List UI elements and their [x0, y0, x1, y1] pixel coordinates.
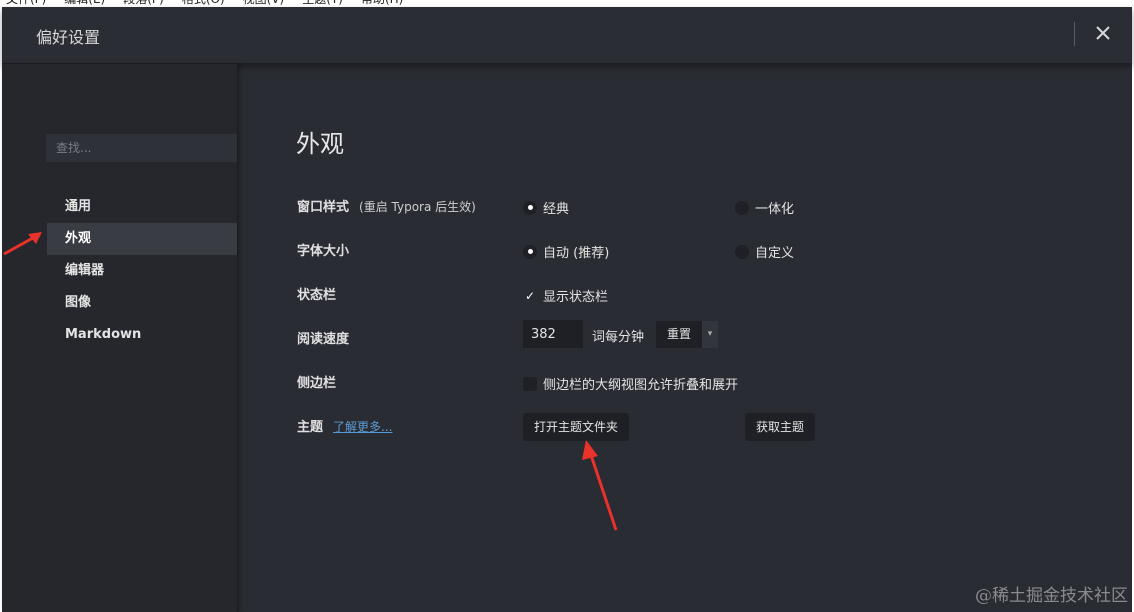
sidebar-item-appearance[interactable]: 外观 [47, 223, 237, 255]
learn-more-link[interactable]: 了解更多... [333, 420, 392, 434]
reading-speed-input[interactable] [523, 320, 583, 348]
menu-item[interactable]: 段落(P) [123, 0, 164, 5]
sidebar-item-markdown[interactable]: Markdown [47, 319, 237, 351]
checkbox-unchecked-icon [523, 376, 537, 391]
watermark: @稀土掘金技术社区 [975, 586, 1128, 606]
window-style-classic-radio[interactable]: 经典 [523, 198, 569, 217]
radio-checked-icon [523, 200, 537, 215]
sidebar-item-editor[interactable]: 编辑器 [47, 255, 237, 287]
chevron-down-icon[interactable]: ▾ [702, 321, 718, 348]
title-divider [1074, 22, 1075, 46]
preferences-window: 偏好设置 通用 外观 编辑器 图像 Markdown 外观 窗口样式 (重启 Ty… [2, 7, 1132, 612]
window-style-label: 窗口样式 (重启 Typora 后生效) [297, 196, 476, 215]
theme-label: 主题 了解更多... [297, 416, 392, 435]
close-button[interactable] [1090, 20, 1116, 46]
outline-collapse-checkbox[interactable]: 侧边栏的大纲视图允许折叠和展开 [523, 374, 738, 393]
get-themes-button[interactable]: 获取主题 [745, 413, 815, 441]
menu-item[interactable]: 文件(F) [6, 0, 46, 5]
font-size-label: 字体大小 [297, 244, 350, 259]
main-panel: 外观 窗口样式 (重启 Typora 后生效) 经典 一体化 字体大小 自动 (推… [238, 64, 1132, 612]
outline-collapse-label: 侧边栏的大纲视图允许折叠和展开 [543, 378, 739, 393]
menu-item[interactable]: 格式(O) [182, 0, 225, 5]
reset-button[interactable]: 重置 [656, 321, 702, 348]
close-icon [1096, 26, 1110, 40]
window-style-unified-label: 一体化 [755, 202, 795, 217]
window-style-unified-radio[interactable]: 一体化 [735, 198, 794, 217]
font-size-custom-label: 自定义 [755, 246, 795, 261]
menu-item[interactable]: 帮助(H) [361, 0, 403, 5]
window-title: 偏好设置 [36, 28, 101, 47]
sidebar-item-image[interactable]: 图像 [47, 287, 237, 319]
sidebar-setting-label: 侧边栏 [297, 376, 337, 391]
title-bar: 偏好设置 [2, 7, 1132, 64]
menu-items: 文件(F) 编辑(E) 段落(P) 格式(O) 视图(V) 主题(T) 帮助(H) [6, 0, 403, 5]
open-theme-folder-button[interactable]: 打开主题文件夹 [523, 413, 629, 441]
status-bar-label: 状态栏 [297, 288, 337, 303]
theme-text: 主题 [297, 420, 324, 435]
window-style-classic-label: 经典 [543, 202, 570, 217]
radio-checked-icon [523, 244, 537, 259]
reading-speed-unit: 词每分钟 [592, 330, 645, 345]
radio-unchecked-icon [735, 200, 749, 215]
sidebar: 通用 外观 编辑器 图像 Markdown [2, 64, 238, 612]
menu-item[interactable]: 视图(V) [243, 0, 285, 5]
reading-speed-label: 阅读速度 [297, 332, 350, 347]
font-size-auto-radio[interactable]: 自动 (推荐) [523, 242, 609, 261]
search-input[interactable] [46, 134, 237, 162]
menu-item[interactable]: 编辑(E) [64, 0, 105, 5]
status-bar-checkbox[interactable]: ✓ 显示状态栏 [523, 286, 609, 306]
menu-bar: 文件(F) 编辑(E) 段落(P) 格式(O) 视图(V) 主题(T) 帮助(H) [0, 0, 1134, 6]
page-title: 外观 [296, 130, 344, 158]
menu-item[interactable]: 主题(T) [302, 0, 343, 5]
radio-unchecked-icon [735, 244, 749, 259]
status-bar-checkbox-label: 显示状态栏 [543, 290, 609, 305]
window-style-note: (重启 Typora 后生效) [359, 200, 476, 214]
check-icon: ✓ [524, 288, 536, 303]
font-size-auto-label: 自动 (推荐) [543, 246, 610, 261]
sidebar-item-general[interactable]: 通用 [47, 191, 237, 223]
font-size-custom-radio[interactable]: 自定义 [735, 242, 794, 261]
window-style-text: 窗口样式 [297, 200, 350, 215]
